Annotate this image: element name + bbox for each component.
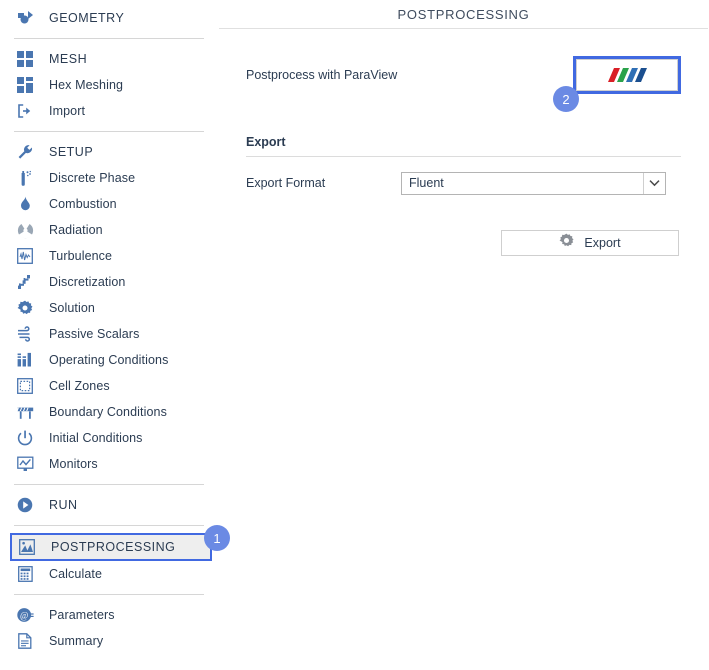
export-format-label: Export Format bbox=[246, 176, 401, 190]
sidebar-item-label: Solution bbox=[49, 301, 95, 315]
sidebar-item-label: Initial Conditions bbox=[49, 431, 143, 445]
postprocessing-icon bbox=[16, 536, 38, 558]
sidebar-item-monitors[interactable]: Monitors bbox=[0, 451, 218, 477]
sidebar-divider bbox=[14, 38, 204, 39]
sidebar-item-parameters[interactable]: @ Parameters bbox=[0, 602, 218, 628]
paraview-logo-icon bbox=[606, 65, 648, 85]
sidebar-item-geometry[interactable]: GEOMETRY bbox=[0, 5, 218, 31]
sidebar-item-mesh[interactable]: MESH bbox=[0, 46, 218, 72]
summary-icon bbox=[14, 630, 36, 652]
export-button-row: Export bbox=[218, 230, 709, 256]
application-window: GEOMETRY MESH bbox=[0, 0, 709, 670]
export-format-row: Export Format Fluent bbox=[218, 171, 709, 195]
discretization-icon bbox=[14, 271, 36, 293]
sidebar-item-passive-scalars[interactable]: Passive Scalars bbox=[0, 321, 218, 347]
sidebar-item-label: Turbulence bbox=[49, 249, 112, 263]
power-icon bbox=[14, 427, 36, 449]
flame-icon bbox=[14, 193, 36, 215]
sidebar-item-postprocessing[interactable]: POSTPROCESSING bbox=[10, 533, 212, 561]
sidebar-item-summary[interactable]: Summary bbox=[0, 628, 218, 654]
step-badge-1: 1 bbox=[204, 525, 230, 551]
radiation-icon bbox=[14, 219, 36, 241]
mesh-icon bbox=[14, 48, 36, 70]
hex-meshing-icon bbox=[14, 74, 36, 96]
sidebar-item-label: Discrete Phase bbox=[49, 171, 135, 185]
sidebar-item-discretization[interactable]: Discretization bbox=[0, 269, 218, 295]
sidebar-item-label: Hex Meshing bbox=[49, 78, 123, 92]
page-title: POSTPROCESSING bbox=[218, 0, 709, 28]
sidebar-item-boundary-conditions[interactable]: Boundary Conditions bbox=[0, 399, 218, 425]
sidebar-item-radiation[interactable]: Radiation bbox=[0, 217, 218, 243]
sidebar-item-solution[interactable]: Solution bbox=[0, 295, 218, 321]
sidebar-item-label: Passive Scalars bbox=[49, 327, 139, 341]
sidebar-item-label: GEOMETRY bbox=[49, 11, 124, 25]
sidebar-item-label: Import bbox=[49, 104, 85, 118]
navigation-sidebar: GEOMETRY MESH bbox=[0, 0, 218, 670]
sidebar-item-label: Monitors bbox=[49, 457, 98, 471]
play-icon bbox=[14, 494, 36, 516]
sidebar-item-discrete-phase[interactable]: Discrete Phase bbox=[0, 165, 218, 191]
export-section-heading: Export bbox=[218, 135, 709, 149]
sidebar-item-operating-conditions[interactable]: Operating Conditions bbox=[0, 347, 218, 373]
sidebar-item-calculate[interactable]: Calculate bbox=[0, 561, 218, 587]
spray-icon bbox=[14, 167, 36, 189]
sidebar-item-label: Cell Zones bbox=[49, 379, 110, 393]
export-format-value: Fluent bbox=[402, 176, 643, 190]
paraview-row: Postprocess with ParaView bbox=[218, 55, 709, 95]
sidebar-item-hex-meshing[interactable]: Hex Meshing bbox=[0, 72, 218, 98]
bar-chart-icon bbox=[14, 349, 36, 371]
sidebar-item-combustion[interactable]: Combustion bbox=[0, 191, 218, 217]
sidebar-item-label: Parameters bbox=[49, 608, 115, 622]
boundary-conditions-icon bbox=[14, 401, 36, 423]
export-button[interactable]: Export bbox=[501, 230, 679, 256]
sidebar-item-label: MESH bbox=[49, 52, 87, 66]
svg-text:@: @ bbox=[20, 610, 28, 620]
main-content-panel: POSTPROCESSING Postprocess with ParaView bbox=[218, 0, 709, 670]
parameters-icon: @ bbox=[14, 604, 36, 626]
passive-scalars-icon bbox=[14, 323, 36, 345]
wrench-icon bbox=[14, 141, 36, 163]
sidebar-divider bbox=[14, 525, 204, 526]
step-badge-2: 2 bbox=[553, 86, 579, 112]
export-section-divider bbox=[246, 156, 681, 157]
sidebar-item-initial-conditions[interactable]: Initial Conditions bbox=[0, 425, 218, 451]
calculator-icon bbox=[14, 563, 36, 585]
gear-icon bbox=[559, 233, 574, 253]
sidebar-divider bbox=[14, 131, 204, 132]
sidebar-item-label: Boundary Conditions bbox=[49, 405, 167, 419]
sidebar-item-label: Radiation bbox=[49, 223, 103, 237]
sidebar-divider bbox=[14, 484, 204, 485]
sidebar-item-label: Operating Conditions bbox=[49, 353, 168, 367]
sidebar-item-import[interactable]: Import bbox=[0, 98, 218, 124]
sidebar-item-label: Calculate bbox=[49, 567, 102, 581]
import-icon bbox=[14, 100, 36, 122]
export-format-select[interactable]: Fluent bbox=[401, 172, 666, 195]
sidebar-item-label: POSTPROCESSING bbox=[51, 540, 175, 554]
sidebar-item-label: SETUP bbox=[49, 145, 93, 159]
chevron-down-icon[interactable] bbox=[643, 173, 665, 194]
geometry-icon bbox=[14, 7, 36, 29]
monitor-icon bbox=[14, 453, 36, 475]
sidebar-divider bbox=[14, 594, 204, 595]
postprocess-with-paraview-button[interactable] bbox=[576, 59, 678, 91]
cell-zones-icon bbox=[14, 375, 36, 397]
paraview-label: Postprocess with ParaView bbox=[246, 68, 397, 82]
sidebar-item-label: RUN bbox=[49, 498, 78, 512]
sidebar-item-setup[interactable]: SETUP bbox=[0, 139, 218, 165]
export-button-label: Export bbox=[584, 236, 620, 250]
sidebar-item-label: Discretization bbox=[49, 275, 125, 289]
turbulence-icon bbox=[14, 245, 36, 267]
title-divider bbox=[219, 28, 708, 29]
sidebar-item-cell-zones[interactable]: Cell Zones bbox=[0, 373, 218, 399]
sidebar-item-run[interactable]: RUN bbox=[0, 492, 218, 518]
sidebar-item-label: Summary bbox=[49, 634, 103, 648]
sidebar-item-turbulence[interactable]: Turbulence bbox=[0, 243, 218, 269]
sidebar-item-label: Combustion bbox=[49, 197, 117, 211]
paraview-button-highlight bbox=[573, 56, 681, 94]
gear-icon bbox=[14, 297, 36, 319]
